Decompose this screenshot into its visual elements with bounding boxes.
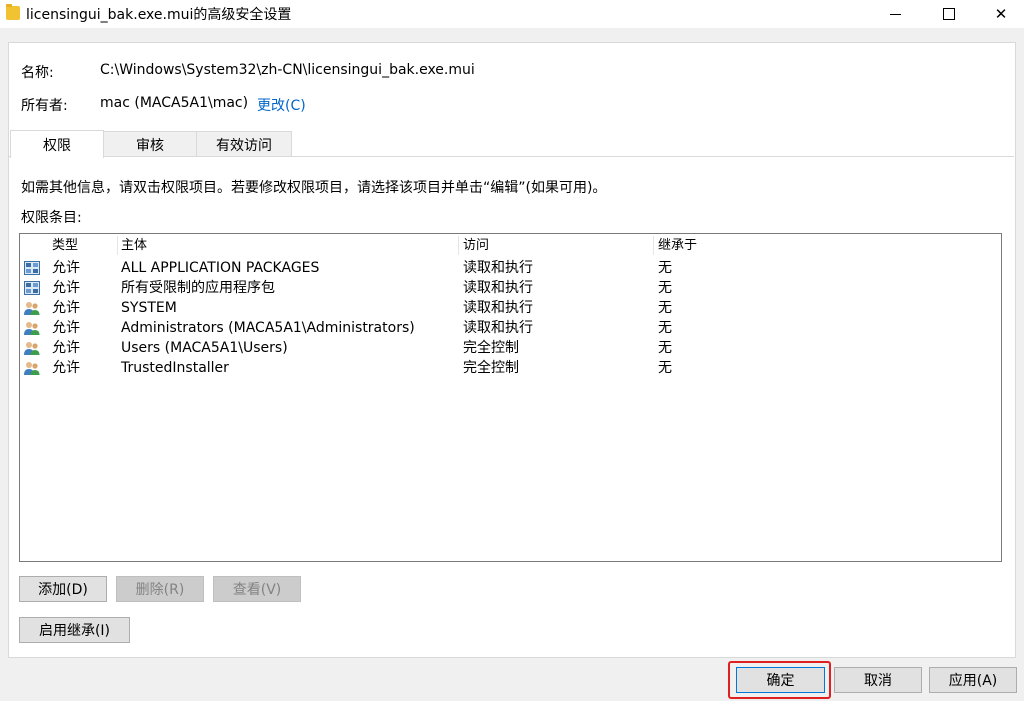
table-row[interactable]: 允许 Administrators (MACA5A1\Administrator… [20,318,1001,338]
column-header-access[interactable]: 访问 [463,236,489,256]
table-row[interactable]: 允许 Users (MACA5A1\Users) 完全控制 无 [20,338,1001,358]
name-label: 名称: [21,65,54,81]
title-bar: licensingui_bak.exe.mui的高级安全设置 ✕ [0,0,1024,28]
owner-label: 所有者: [21,98,68,114]
row-principal: ALL APPLICATION PACKAGES [121,260,320,276]
tab-permissions[interactable]: 权限 [10,130,104,158]
row-type: 允许 [52,300,80,316]
description-text: 如需其他信息，请双击权限项目。若要修改权限项目，请选择该项目并单击“编辑”(如果… [21,180,607,196]
row-inherited-from: 无 [658,360,672,376]
window-title: licensingui_bak.exe.mui的高级安全设置 [26,7,292,23]
row-principal: SYSTEM [121,300,177,316]
column-separator[interactable] [117,236,118,255]
ok-button[interactable]: 确定 [736,667,825,693]
column-header-type[interactable]: 类型 [52,236,78,256]
apply-button[interactable]: 应用(A) [929,667,1017,693]
row-access: 完全控制 [463,360,519,376]
owner-value: mac (MACA5A1\mac) [100,95,249,111]
remove-button[interactable]: 删除(R) [116,576,204,602]
view-button[interactable]: 查看(V) [213,576,301,602]
app-package-icon [24,281,40,295]
user-group-icon [24,342,40,355]
maximize-icon [943,8,955,20]
row-inherited-from: 无 [658,320,672,336]
tab-effective-access[interactable]: 有效访问 [196,131,292,157]
row-principal: Users (MACA5A1\Users) [121,340,288,356]
row-access: 读取和执行 [463,300,533,316]
row-principal: Administrators (MACA5A1\Administrators) [121,320,415,336]
row-inherited-from: 无 [658,260,672,276]
column-separator[interactable] [653,236,654,255]
user-group-icon [24,362,40,375]
cancel-button[interactable]: 取消 [834,667,922,693]
row-type: 允许 [52,340,80,356]
permission-entries-label: 权限条目: [21,210,82,226]
name-value: C:\Windows\System32\zh-CN\licensingui_ba… [100,62,475,78]
row-type: 允许 [52,280,80,296]
row-principal: 所有受限制的应用程序包 [121,280,275,296]
table-row[interactable]: 允许 ALL APPLICATION PACKAGES 读取和执行 无 [20,258,1001,278]
tab-strip-line [8,156,1014,157]
row-type: 允许 [52,360,80,376]
change-owner-link[interactable]: 更改(C) [257,95,306,115]
minimize-button[interactable] [872,0,918,28]
user-group-icon [24,322,40,335]
minimize-icon [889,14,901,15]
row-type: 允许 [52,320,80,336]
column-separator[interactable] [458,236,459,255]
enable-inheritance-button[interactable]: 启用继承(I) [19,617,130,643]
column-header-inherited-from[interactable]: 继承于 [658,236,697,256]
table-row[interactable]: 允许 TrustedInstaller 完全控制 无 [20,358,1001,378]
row-access: 读取和执行 [463,260,533,276]
advanced-security-settings-window: licensingui_bak.exe.mui的高级安全设置 ✕ 名称: C:\… [0,0,1024,701]
row-inherited-from: 无 [658,340,672,356]
row-access: 读取和执行 [463,280,533,296]
column-header-principal[interactable]: 主体 [121,236,147,256]
table-row[interactable]: 允许 SYSTEM 读取和执行 无 [20,298,1001,318]
tab-auditing[interactable]: 审核 [102,131,198,157]
user-group-icon [24,302,40,315]
app-package-icon [24,261,40,275]
row-inherited-from: 无 [658,300,672,316]
add-button[interactable]: 添加(D) [19,576,107,602]
row-principal: TrustedInstaller [121,360,229,376]
folder-icon [6,4,20,20]
close-icon: ✕ [994,5,1008,23]
table-row[interactable]: 允许 所有受限制的应用程序包 读取和执行 无 [20,278,1001,298]
close-button[interactable]: ✕ [978,0,1024,28]
permission-entries-list[interactable]: 类型 主体 访问 继承于 允许 ALL APPLICATION PACKAGES… [19,233,1002,562]
row-type: 允许 [52,260,80,276]
row-access: 读取和执行 [463,320,533,336]
row-access: 完全控制 [463,340,519,356]
maximize-button[interactable] [926,0,972,28]
row-inherited-from: 无 [658,280,672,296]
